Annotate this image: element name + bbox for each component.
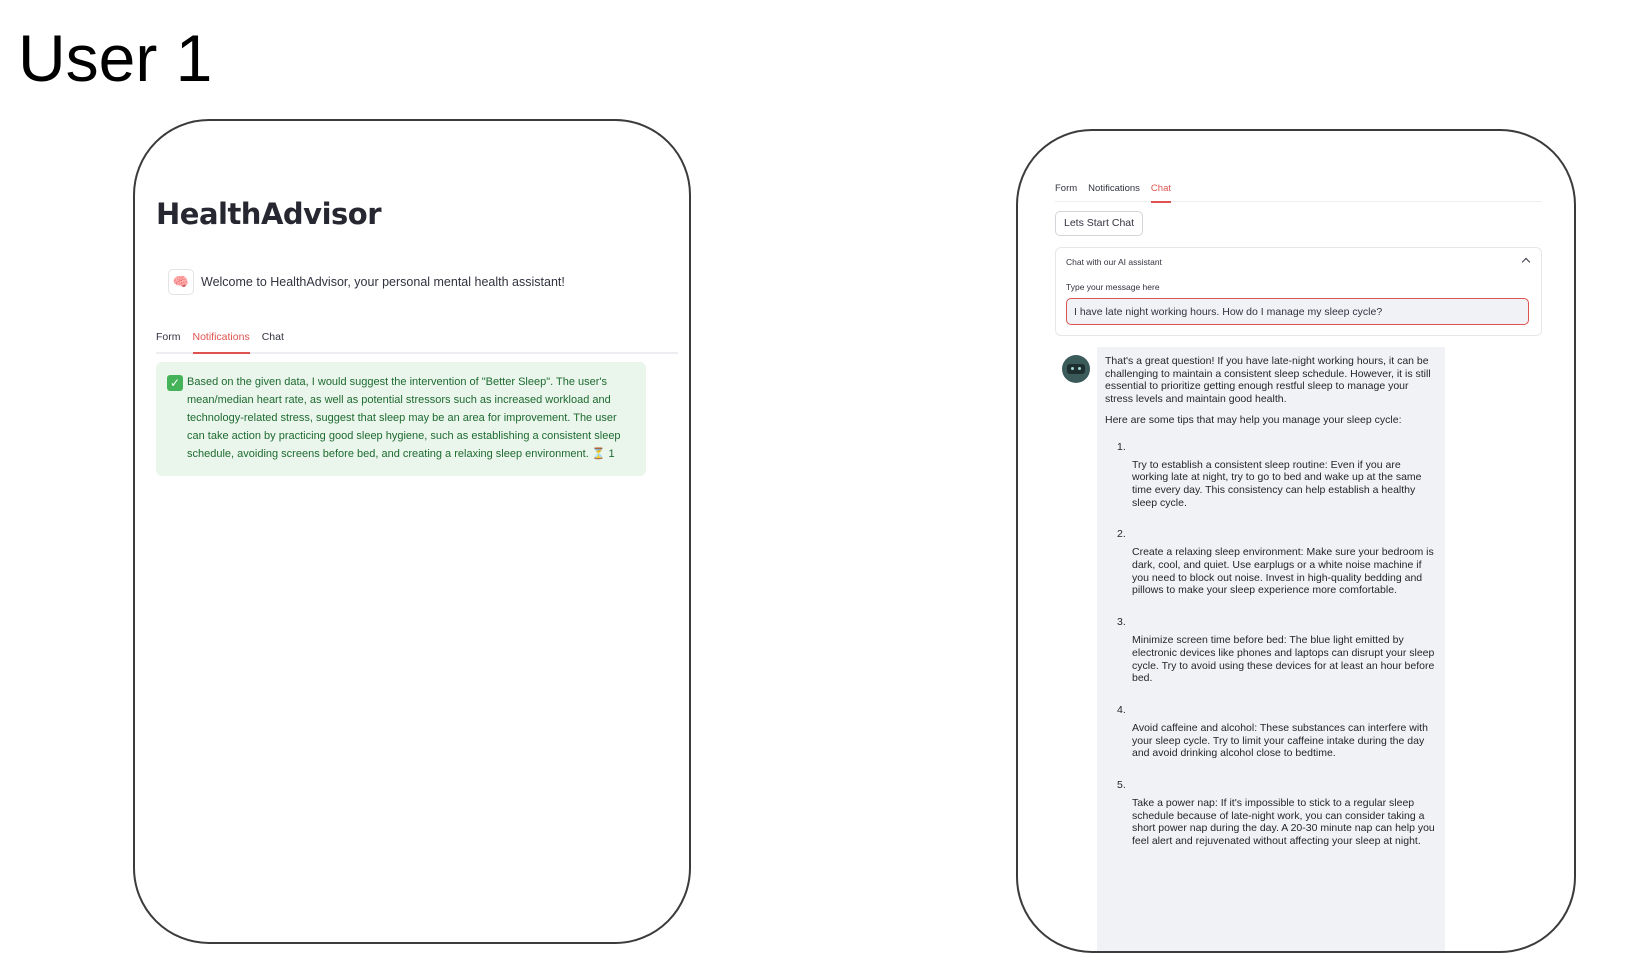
- check-icon: ✓: [167, 375, 183, 391]
- app-title: HealthAdvisor: [156, 197, 382, 231]
- list-item: 1. Try to establish a consistent sleep ro…: [1117, 440, 1422, 509]
- page-heading: User 1: [18, 21, 213, 95]
- assistant-avatar: 🧠: [168, 269, 194, 295]
- brain-icon: 🧠: [172, 274, 190, 289]
- list-item: 3. Minimize screen time before bed: The b…: [1117, 616, 1435, 685]
- chat-expander[interactable]: Chat with our AI assistant Type your mes…: [1055, 247, 1542, 336]
- tab-chat[interactable]: Chat: [262, 325, 284, 352]
- tab-notifications[interactable]: Notifications: [192, 325, 250, 354]
- tab-bar: Form Notifications Chat: [1055, 179, 1542, 203]
- message-input[interactable]: [1066, 298, 1529, 325]
- phone-frame-notifications: HealthAdvisor 🧠 Welcome to HealthAdvisor…: [133, 119, 691, 944]
- response-intro: That's a great question! If you have lat…: [1105, 355, 1431, 406]
- response-lead: Here are some tips that may help you man…: [1105, 413, 1402, 426]
- list-item: 5. Take a power nap: If it's impossible t…: [1117, 779, 1435, 848]
- start-chat-button[interactable]: Lets Start Chat: [1055, 211, 1144, 236]
- tab-notifications[interactable]: Notifications: [1088, 179, 1140, 201]
- list-item: 2. Create a relaxing sleep environment: M…: [1117, 528, 1434, 597]
- phone-frame-chat: Form Notifications Chat Lets Start Chat …: [1016, 129, 1576, 953]
- tab-chat[interactable]: Chat: [1150, 179, 1172, 203]
- welcome-message: 🧠 Welcome to HealthAdvisor, your persona…: [168, 269, 565, 295]
- welcome-text: Welcome to HealthAdvisor, your personal …: [201, 275, 565, 289]
- tab-form[interactable]: Form: [156, 325, 181, 352]
- tab-bar: Form Notifications Chat: [156, 325, 678, 354]
- bot-avatar-icon: [1062, 355, 1090, 383]
- tips-list: 1. Try to establish a consistent sleep ro…: [1105, 435, 1437, 848]
- chevron-up-icon[interactable]: [1521, 257, 1531, 267]
- expander-title: Chat with our AI assistant: [1066, 257, 1162, 267]
- notification-alert: ✓ Based on the given data, I would sugge…: [156, 362, 646, 476]
- tab-form[interactable]: Form: [1055, 179, 1077, 201]
- notification-text: Based on the given data, I would suggest…: [187, 376, 621, 460]
- message-input-label: Type your message here: [1066, 282, 1160, 292]
- assistant-response: That's a great question! If you have lat…: [1097, 347, 1445, 951]
- list-item: 4. Avoid caffeine and alcohol: These subs…: [1117, 703, 1428, 760]
